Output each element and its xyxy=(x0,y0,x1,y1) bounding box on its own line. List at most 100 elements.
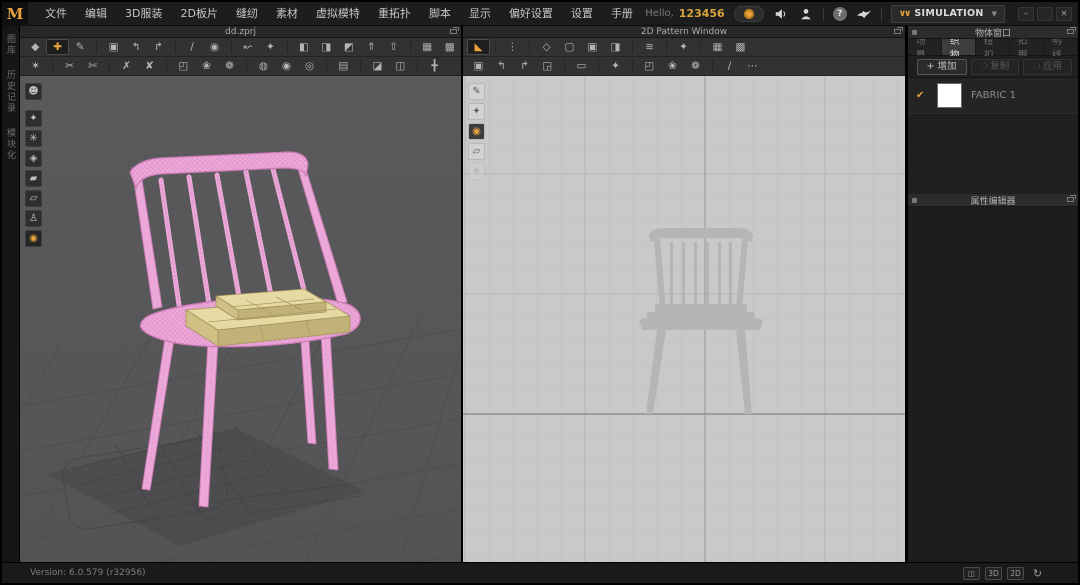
object-tab[interactable]: 扣眼 xyxy=(1010,39,1044,55)
avatar-pose-icon[interactable]: ✶ xyxy=(24,58,47,74)
dock-tab[interactable]: 历史记录 xyxy=(4,70,17,114)
steam-iron-icon[interactable]: ▭ xyxy=(570,58,593,74)
3d-view-icon[interactable]: 3D xyxy=(985,567,1002,580)
reset-garment-icon[interactable]: ⇧ xyxy=(383,39,405,55)
object-tab[interactable]: 纽扣 xyxy=(976,39,1010,55)
object-tab[interactable]: 织物 xyxy=(942,39,976,55)
popout-icon[interactable] xyxy=(1067,29,1074,34)
titlebar-2d[interactable]: 2D Pattern Window xyxy=(463,26,905,38)
show-garment-icon[interactable]: ✦ xyxy=(25,110,42,127)
account-icon[interactable] xyxy=(798,6,814,22)
scene-2d[interactable] xyxy=(463,76,905,562)
polygon-pattern-icon[interactable]: ◇ xyxy=(535,39,558,55)
menu-item[interactable]: 偏好设置 xyxy=(500,2,562,26)
menu-item[interactable]: 设置 xyxy=(562,2,602,26)
menu-item[interactable]: 手册 xyxy=(602,2,642,26)
grid-snap-icon[interactable]: ▦ xyxy=(416,39,438,55)
measure-guide-icon[interactable]: ╋ xyxy=(423,58,446,74)
object-window-header[interactable]: 物体窗口 xyxy=(908,26,1078,39)
mn-sewing-2d-icon[interactable]: ↱ xyxy=(513,58,536,74)
pants-garment-icon[interactable]: ◩ xyxy=(338,39,360,55)
copy-fabric-button[interactable]: 复制 xyxy=(971,59,1020,75)
project-tab-title[interactable]: dd.zprj xyxy=(20,26,461,38)
trace-tool-icon[interactable]: ✦ xyxy=(672,39,695,55)
shirt-2d-tool-icon[interactable]: ✦ xyxy=(604,58,627,74)
app-logo-icon[interactable]: M xyxy=(2,2,28,26)
dashline-tool-icon[interactable]: ⋯ xyxy=(741,58,764,74)
2d-view-icon[interactable]: 2D xyxy=(1007,567,1024,580)
drape-tool-icon[interactable]: ✦ xyxy=(259,39,281,55)
dart-pattern-icon[interactable]: ◨ xyxy=(604,39,627,55)
buttonhole-tool-icon[interactable]: ◉ xyxy=(275,58,298,74)
tape-measure-icon[interactable]: ✂ xyxy=(58,58,81,74)
add-fabric-button[interactable]: + 增加 xyxy=(917,59,967,75)
flower-2d-icon[interactable]: ❀ xyxy=(661,58,684,74)
pattern-display-icon[interactable]: ✦ xyxy=(468,103,485,120)
grid-2d-icon[interactable]: ▦ xyxy=(706,39,729,55)
flower-arrange-b-icon[interactable]: ❁ xyxy=(218,58,241,74)
grid-2d-b-icon[interactable]: ▩ xyxy=(729,39,752,55)
speaker-icon[interactable] xyxy=(773,6,789,22)
menu-item[interactable]: 3D服装 xyxy=(116,2,171,26)
menu-item[interactable]: 素材 xyxy=(267,2,307,26)
button-tool-icon[interactable]: ◍ xyxy=(252,58,275,74)
apply-fabric-button[interactable]: 应用 xyxy=(1023,59,1072,75)
gizmo-tool-icon[interactable]: ◆ xyxy=(24,39,46,55)
show-cloth-icon[interactable]: ▰ xyxy=(25,170,42,187)
free-sewing-icon[interactable]: ↰ xyxy=(125,39,147,55)
flower-2d-b-icon[interactable]: ❁ xyxy=(684,58,707,74)
menu-item[interactable]: 2D板片 xyxy=(171,2,226,26)
popout-icon[interactable] xyxy=(894,29,901,34)
show-hardware-icon[interactable]: ✳ xyxy=(25,130,42,147)
show-pressure-icon[interactable]: ▱ xyxy=(25,190,42,207)
segment-sewing-icon[interactable]: ▣ xyxy=(102,39,124,55)
edit-pattern-icon[interactable]: ⋮ xyxy=(501,39,524,55)
zipper-tool-icon[interactable]: ▤ xyxy=(332,58,355,74)
username-label[interactable]: 123456 xyxy=(679,7,725,20)
help-icon[interactable]: ? xyxy=(833,7,847,21)
sync-view-icon[interactable]: ↻ xyxy=(1029,567,1046,580)
flower-arrange-icon[interactable]: ❀ xyxy=(195,58,218,74)
show-mannequin-icon[interactable]: ♙ xyxy=(25,210,42,227)
show-bust-icon[interactable]: ◈ xyxy=(25,150,42,167)
fold-arrangement-icon[interactable]: ◰ xyxy=(172,58,195,74)
menu-item[interactable]: 编辑 xyxy=(76,2,116,26)
fabric-swatch[interactable] xyxy=(937,83,962,108)
pen-display-icon[interactable]: ✎ xyxy=(468,83,485,100)
menu-item[interactable]: 文件 xyxy=(36,2,76,26)
trim-a-icon[interactable]: ✗ xyxy=(115,58,138,74)
show-globe-icon[interactable]: ◉ xyxy=(25,230,42,247)
simulation-mode-button[interactable]: ∨∨ SIMULATION ▼ xyxy=(891,5,1005,23)
move-tool-icon[interactable]: ✚ xyxy=(46,39,68,55)
rectangle-pattern-icon[interactable]: ▢ xyxy=(558,39,581,55)
restore-icon[interactable] xyxy=(1037,7,1053,21)
viewport-2d[interactable]: ✎ ✦ ◉ ▱ ✧ xyxy=(463,76,905,562)
lift-garment-icon[interactable]: ⇑ xyxy=(360,39,382,55)
grid-3d-icon[interactable]: ▩ xyxy=(439,39,461,55)
close-icon[interactable]: × xyxy=(1056,7,1072,21)
texture-display-icon[interactable]: ◉ xyxy=(468,123,485,140)
dual-view-icon[interactable]: ◫ xyxy=(963,567,980,580)
menu-item[interactable]: 缝纫 xyxy=(227,2,267,26)
object-tab[interactable]: 场景 xyxy=(908,39,942,55)
scene-3d[interactable] xyxy=(20,76,461,562)
fasten-button-icon[interactable]: ◎ xyxy=(298,58,321,74)
pen-3d-tool-icon[interactable]: ✎ xyxy=(69,39,91,55)
cloth-display-2d-icon[interactable]: ▱ xyxy=(468,143,485,160)
avatar-tape-icon[interactable]: ✄ xyxy=(81,58,104,74)
transform-pattern-icon[interactable]: ◣ xyxy=(467,39,490,55)
fold-3d-pattern-icon[interactable]: ◰ xyxy=(638,58,661,74)
check-icon[interactable]: ✔ xyxy=(916,90,928,101)
fabric-list-item[interactable]: ✔ FABRIC 1 xyxy=(908,78,1078,114)
segment-sewing-2d-icon[interactable]: ▣ xyxy=(467,58,490,74)
menu-item[interactable]: 显示 xyxy=(460,2,500,26)
menu-item[interactable]: 虚拟模特 xyxy=(307,2,369,26)
free-sewing-2d-icon[interactable]: ↰ xyxy=(490,58,513,74)
paint-bucket-icon[interactable]: ◧ xyxy=(293,39,315,55)
coin-balance-icon[interactable] xyxy=(734,6,764,22)
camera-sync-icon[interactable]: ◉ xyxy=(203,39,225,55)
pleats-tool-icon[interactable]: ≋ xyxy=(638,39,661,55)
mn-sewing-icon[interactable]: ↱ xyxy=(147,39,169,55)
trim-b-icon[interactable]: ✘ xyxy=(138,58,161,74)
shirt-display-2d-icon[interactable]: ✧ xyxy=(468,163,485,180)
